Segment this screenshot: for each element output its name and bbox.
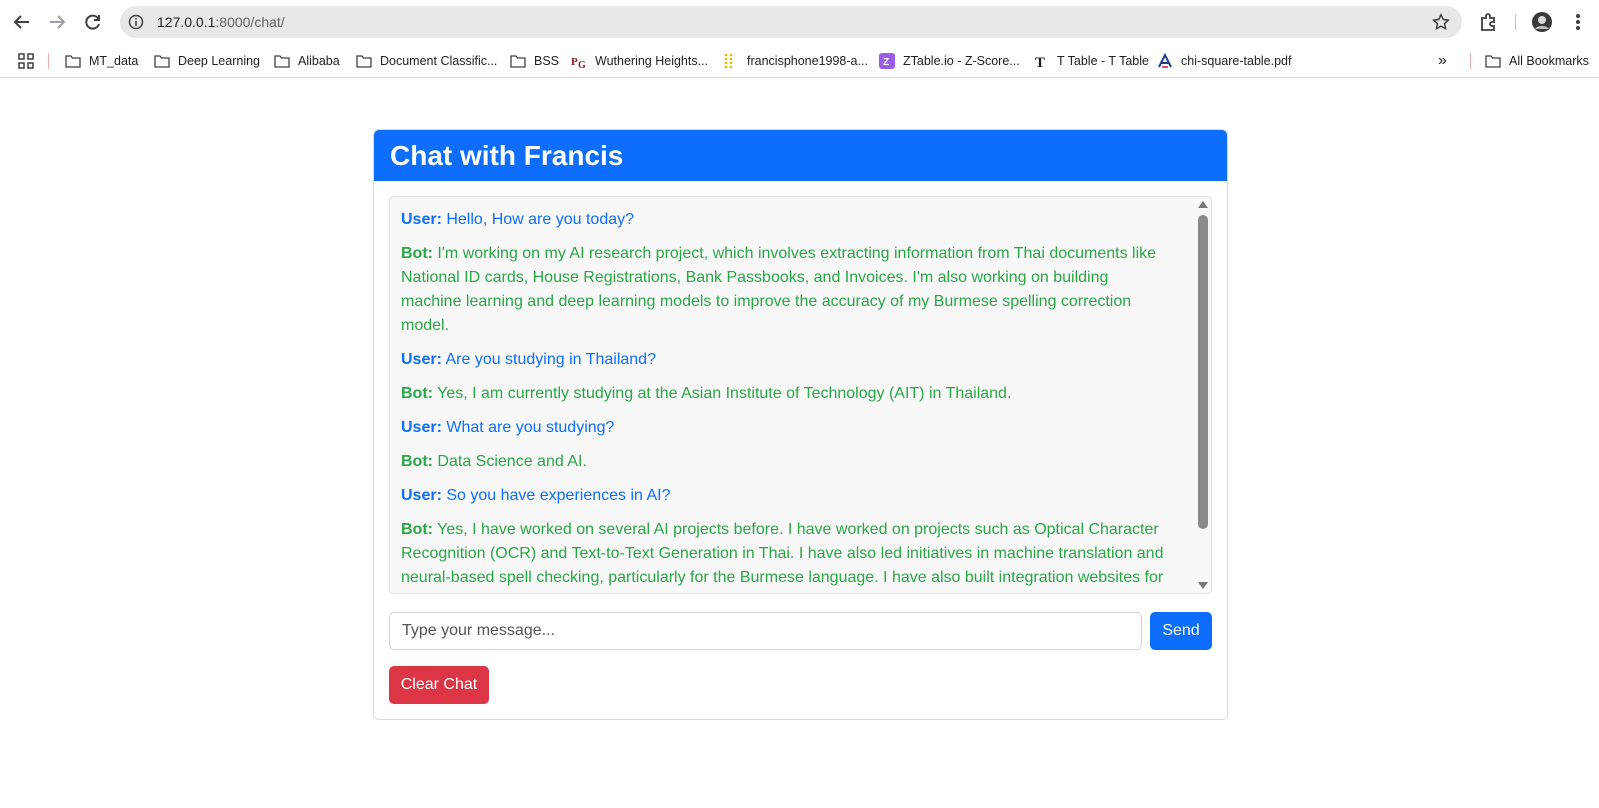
bookmark-label: Wuthering Heights... — [595, 54, 709, 68]
user-message: User: Hello, How are you today? — [401, 208, 1173, 232]
all-bookmarks-label: All Bookmarks — [1509, 54, 1589, 68]
message-speaker: User: — [401, 487, 442, 504]
bookmark-label: BSS — [534, 54, 560, 68]
message-speaker: Bot: — [401, 245, 433, 262]
message-text: Are you studying in Thailand? — [441, 351, 656, 368]
bot-message: Bot: Yes, I have worked on several AI pr… — [401, 518, 1173, 593]
bookmark-label: Alibaba — [298, 54, 340, 68]
svg-text:Z: Z — [883, 57, 889, 68]
message-speaker: Bot: — [401, 521, 433, 538]
bookmark-t-table[interactable]: T T Table - T Table — [1033, 50, 1149, 72]
bookmark-label: chi-square-table.pdf — [1181, 54, 1292, 68]
bookmark-label: MT_data — [89, 54, 139, 68]
bookmark-star-icon[interactable] — [1432, 13, 1450, 31]
message-text: Yes, I am currently studying at the Asia… — [432, 385, 1012, 402]
folder-icon — [356, 53, 372, 69]
bookmark-alibaba[interactable]: Alibaba — [274, 50, 340, 72]
chat-scrollbar[interactable] — [1195, 197, 1211, 593]
bookmark-label: ZTable.io - Z-Score... — [903, 54, 1020, 68]
user-message: User: So you have experiences in AI? — [401, 484, 1173, 508]
kebab-menu-icon[interactable] — [1567, 11, 1589, 33]
folder-icon — [510, 53, 526, 69]
bookmark-mt-data[interactable]: MT_data — [65, 50, 138, 72]
clear-chat-button[interactable]: Clear Chat — [389, 666, 489, 704]
user-message: User: What are you studying? — [401, 416, 1173, 440]
bookmark-label: Deep Learning — [178, 54, 261, 68]
reload-icon[interactable] — [81, 10, 105, 34]
t-icon: T — [1033, 53, 1049, 69]
scroll-down-arrow-icon[interactable] — [1198, 582, 1208, 589]
bookmark-chi-square[interactable]: chi-square-table.pdf — [1157, 50, 1291, 72]
all-bookmarks-button[interactable]: All Bookmarks — [1485, 50, 1589, 72]
profile-avatar[interactable] — [1531, 11, 1553, 33]
bookmark-wuthering-heights[interactable]: PG Wuthering Heights... — [571, 50, 708, 72]
message-list: User: Hello, How are you today? Bot: I'm … — [401, 208, 1173, 593]
message-text: Hello, How are you today? — [441, 211, 635, 228]
extensions-icon[interactable] — [1477, 11, 1499, 33]
message-text: I'm working on my AI research project, w… — [401, 245, 1157, 334]
url-text: 127.0.0.1:8000/chat/ — [157, 14, 285, 30]
message-speaker: User: — [401, 419, 442, 436]
bookmarks-overflow-button[interactable]: » — [1438, 50, 1447, 72]
url-path: :8000/chat/ — [215, 14, 285, 30]
z-icon: Z — [879, 53, 895, 69]
address-bar[interactable]: 127.0.0.1:8000/chat/ — [120, 6, 1462, 38]
scroll-up-arrow-icon[interactable] — [1198, 201, 1208, 208]
toolbar-divider — [1515, 14, 1516, 30]
message-speaker: Bot: — [401, 385, 433, 402]
dots-icon — [723, 53, 739, 69]
folder-icon — [154, 53, 170, 69]
bookmark-francisphone[interactable]: francisphone1998-a... — [723, 50, 868, 72]
browser-toolbar: 127.0.0.1:8000/chat/ — [0, 0, 1599, 44]
bookmark-bss[interactable]: BSS — [510, 50, 559, 72]
bookmark-document-classific[interactable]: Document Classific... — [356, 50, 497, 72]
send-button[interactable]: Send — [1150, 612, 1212, 650]
a-icon — [1157, 53, 1173, 69]
chat-title: Chat with Francis — [374, 130, 1227, 181]
user-message: User: Are you studying in Thailand? — [401, 348, 1173, 372]
chat-messages-box[interactable]: User: Hello, How are you today? Bot: I'm … — [389, 196, 1212, 594]
bookmark-ztable[interactable]: Z ZTable.io - Z-Score... — [879, 50, 1020, 72]
url-host: 127.0.0.1 — [157, 14, 216, 30]
svg-text:G: G — [578, 60, 586, 69]
message-text: What are you studying? — [441, 419, 615, 436]
back-arrow-icon[interactable] — [10, 10, 34, 34]
message-speaker: Bot: — [401, 453, 433, 470]
message-text: Data Science and AI. — [432, 453, 587, 470]
folder-icon — [65, 53, 81, 69]
bot-message: Bot: I'm working on my AI research proje… — [401, 242, 1173, 338]
bookmark-label: T Table - T Table — [1057, 54, 1149, 68]
message-input[interactable] — [389, 612, 1142, 650]
message-text: Yes, I have worked on several AI project… — [401, 521, 1164, 586]
apps-grid-icon[interactable] — [18, 50, 34, 72]
scrollbar-thumb[interactable] — [1198, 215, 1208, 529]
bookmarks-bar: MT_data Deep Learning Alibaba Document C… — [0, 44, 1599, 78]
bot-message: Bot: Data Science and AI. — [401, 450, 1173, 474]
svg-text:P: P — [571, 56, 578, 68]
svg-text:T: T — [1035, 55, 1045, 69]
message-text: So you have experiences in AI? — [441, 487, 671, 504]
bookmark-label: Document Classific... — [380, 54, 498, 68]
site-info-icon[interactable] — [128, 14, 144, 30]
folder-icon — [1485, 53, 1501, 69]
forward-arrow-icon[interactable] — [45, 10, 69, 34]
bookmark-label: francisphone1998-a... — [747, 54, 868, 68]
bookmarks-divider — [48, 53, 49, 69]
bot-message: Bot: Yes, I am currently studying at the… — [401, 382, 1173, 406]
pg-icon: PG — [571, 53, 587, 69]
bookmarks-divider — [1470, 53, 1471, 69]
bookmark-deep-learning[interactable]: Deep Learning — [154, 50, 260, 72]
folder-icon — [274, 53, 290, 69]
message-speaker: User: — [401, 211, 442, 228]
chat-card: Chat with Francis User: Hello, How are y… — [373, 129, 1228, 720]
message-speaker: User: — [401, 351, 442, 368]
